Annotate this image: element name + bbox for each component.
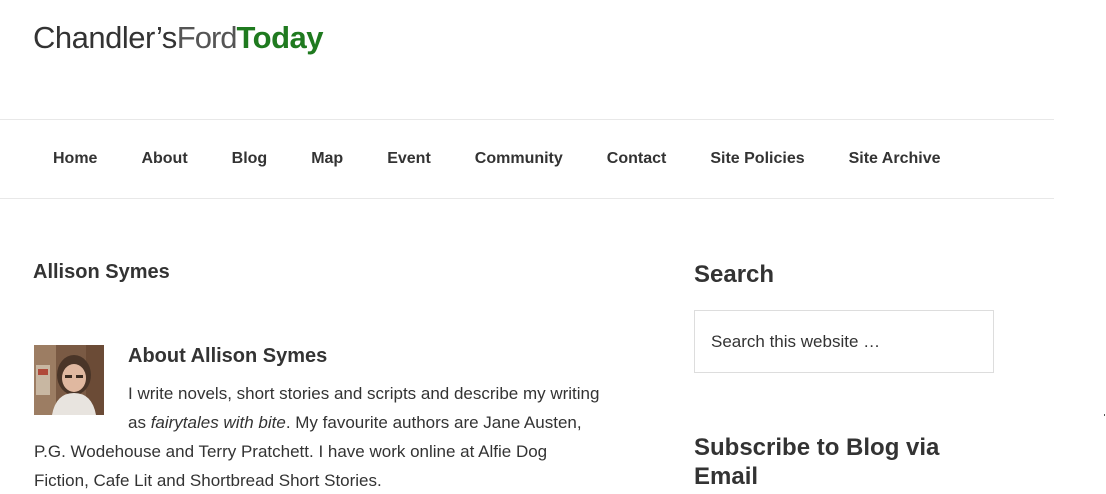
logo-text-ford: Ford <box>176 20 238 55</box>
nav-item-event[interactable]: Event <box>365 150 453 168</box>
edge-dot <box>1104 414 1105 416</box>
page: Chandler’sFordToday Home About Blog Map … <box>0 0 1106 494</box>
nav-item-home[interactable]: Home <box>31 150 119 168</box>
bio-line-1: I write novels, short stories and script… <box>128 383 599 405</box>
bio-text-4: Fiction, Cafe Lit and Shortbread Short S… <box>34 471 382 490</box>
author-photo-icon <box>34 345 104 415</box>
bio-text-2a: as <box>128 413 151 432</box>
bio-line-4: Fiction, Cafe Lit and Shortbread Short S… <box>34 470 382 492</box>
bio-emphasis: fairytales with bite <box>150 413 286 432</box>
bio-text-3: P.G. Wodehouse and Terry Pratchett. I ha… <box>34 442 548 461</box>
nav-item-map[interactable]: Map <box>289 150 365 168</box>
nav-item-community[interactable]: Community <box>453 150 585 168</box>
author-avatar <box>34 345 104 415</box>
nav-item-site-policies[interactable]: Site Policies <box>688 150 826 168</box>
logo-text-chandlers: Chandler’s <box>33 20 177 55</box>
logo-text-today: Today <box>236 20 324 55</box>
search-input[interactable] <box>694 310 994 373</box>
page-title: Allison Symes <box>33 261 170 283</box>
main-navigation: Home About Blog Map Event Community Cont… <box>0 119 1054 199</box>
search-widget-heading: Search <box>694 261 775 288</box>
nav-item-contact[interactable]: Contact <box>585 150 689 168</box>
nav-item-site-archive[interactable]: Site Archive <box>827 150 963 168</box>
bio-text-1: I write novels, short stories and script… <box>128 384 600 403</box>
subscribe-widget-heading: Subscribe to Blog via Email <box>694 434 940 490</box>
about-author-heading: About Allison Symes <box>128 345 328 367</box>
bio-line-2: as fairytales with bite. My favourite au… <box>128 412 582 434</box>
nav-item-about[interactable]: About <box>119 150 209 168</box>
bio-line-3: P.G. Wodehouse and Terry Pratchett. I ha… <box>34 441 547 463</box>
nav-item-blog[interactable]: Blog <box>210 150 290 168</box>
bio-text-2b: . My favourite authors are Jane Austen, <box>285 413 582 432</box>
site-logo[interactable]: Chandler’sFordToday <box>33 18 324 58</box>
